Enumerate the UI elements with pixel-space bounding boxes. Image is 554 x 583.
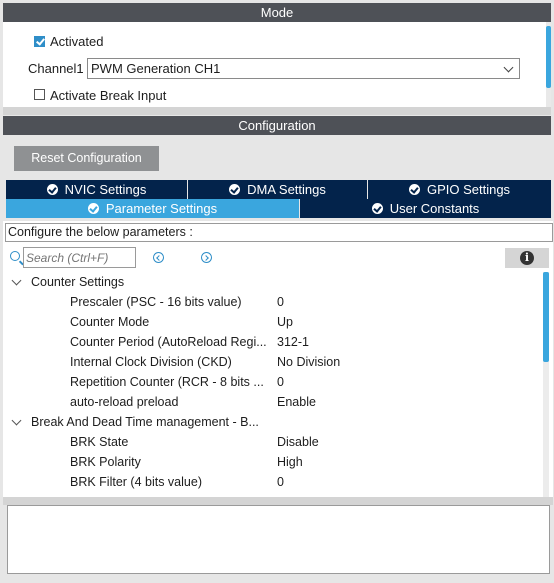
tab-user-constants[interactable]: User Constants	[300, 199, 551, 218]
param-value[interactable]: No Division	[277, 352, 340, 372]
param-row[interactable]: Counter Mode Up	[0, 312, 540, 332]
check-circle-icon	[229, 184, 241, 195]
param-name: BRK Filter (4 bits value)	[70, 475, 202, 489]
param-name: BRK Polarity	[70, 455, 141, 469]
param-row[interactable]: Internal Clock Division (CKD) No Divisio…	[0, 352, 540, 372]
channel-select-value: PWM Generation CH1	[91, 61, 221, 76]
param-name: Prescaler (PSC - 16 bits value)	[70, 295, 242, 309]
mode-header: Mode	[3, 3, 551, 22]
param-row[interactable]: BRK State Disable	[0, 432, 540, 452]
check-circle-icon	[46, 184, 58, 195]
param-row[interactable]: BRK Polarity High	[0, 452, 540, 472]
tab-parameter-settings[interactable]: Parameter Settings	[6, 199, 299, 218]
param-value[interactable]: High	[277, 452, 303, 472]
group-label: Break And Dead Time management - B...	[31, 415, 259, 429]
instructions-box: Configure the below parameters :	[5, 223, 553, 242]
mode-panel: Activated Channel1 PWM Generation CH1 Ac…	[3, 22, 551, 107]
param-name: auto-reload preload	[70, 395, 179, 409]
chevron-right-icon	[202, 254, 209, 261]
configuration-header: Configuration	[3, 116, 551, 135]
search-icon	[10, 251, 20, 261]
check-circle-icon	[408, 184, 420, 195]
check-circle-icon	[371, 203, 383, 214]
param-value[interactable]: 0	[277, 472, 284, 492]
param-row[interactable]: BRK Filter (4 bits value) 0	[0, 472, 540, 492]
tab-label: GPIO Settings	[426, 182, 511, 197]
param-value[interactable]: Enable	[277, 392, 316, 412]
param-value[interactable]: Up	[277, 312, 293, 332]
param-row[interactable]: Prescaler (PSC - 16 bits value) 0	[0, 292, 540, 312]
param-name: BRK State	[70, 435, 129, 449]
mode-divider	[3, 107, 551, 115]
break-input-checkbox[interactable]	[34, 89, 45, 100]
activated-label: Activated	[50, 34, 104, 49]
reset-configuration-button[interactable]: Reset Configuration	[14, 146, 159, 171]
tab-label: Parameter Settings	[105, 201, 218, 216]
channel-label: Channel1	[28, 61, 84, 76]
tab-dma-settings[interactable]: DMA Settings	[188, 180, 367, 199]
group-counter-settings[interactable]: Counter Settings	[3, 272, 543, 292]
tab-label: DMA Settings	[247, 182, 326, 197]
info-button[interactable]: i	[505, 248, 549, 268]
chevron-down-icon	[11, 275, 22, 286]
search-input[interactable]	[23, 247, 136, 268]
param-name: Counter Period (AutoReload Regi...	[70, 335, 267, 349]
chevron-down-icon	[503, 62, 514, 73]
tab-gpio-settings[interactable]: GPIO Settings	[368, 180, 551, 199]
mode-scrollbar[interactable]	[546, 22, 551, 107]
mode-scrollbar-thumb[interactable]	[546, 26, 551, 88]
description-box	[7, 505, 550, 574]
parameter-scrollbar[interactable]	[543, 272, 549, 497]
channel-select[interactable]: PWM Generation CH1	[87, 58, 520, 79]
previous-match-button[interactable]	[153, 252, 164, 263]
break-input-label: Activate Break Input	[50, 88, 167, 103]
group-label: Counter Settings	[31, 275, 125, 289]
param-value[interactable]: 0	[277, 292, 284, 312]
tab-label: NVIC Settings	[64, 182, 147, 197]
activated-checkbox[interactable]	[34, 36, 45, 47]
group-break-dead-time[interactable]: Break And Dead Time management - B...	[3, 412, 543, 432]
param-value[interactable]: 0	[277, 372, 284, 392]
chevron-left-icon	[156, 254, 162, 261]
param-row[interactable]: Counter Period (AutoReload Regi... 312-1	[0, 332, 540, 352]
panel-splitter[interactable]	[3, 497, 553, 505]
check-circle-icon	[87, 203, 99, 214]
next-match-button[interactable]	[201, 252, 212, 263]
parameter-scrollbar-thumb[interactable]	[543, 272, 549, 362]
instructions-text: Configure the below parameters :	[8, 225, 193, 239]
chevron-down-icon	[11, 415, 22, 426]
param-value[interactable]: Disable	[277, 432, 319, 452]
param-value[interactable]: 312-1	[277, 332, 309, 352]
tab-label: User Constants	[389, 201, 480, 216]
param-name: Counter Mode	[70, 315, 150, 329]
param-row[interactable]: Repetition Counter (RCR - 8 bits ... 0	[0, 372, 540, 392]
info-icon: i	[520, 251, 534, 265]
tab-nvic-settings[interactable]: NVIC Settings	[6, 180, 187, 199]
param-name: Repetition Counter (RCR - 8 bits ...	[70, 375, 264, 389]
param-name: Internal Clock Division (CKD)	[70, 355, 232, 369]
param-row[interactable]: auto-reload preload Enable	[0, 392, 540, 412]
